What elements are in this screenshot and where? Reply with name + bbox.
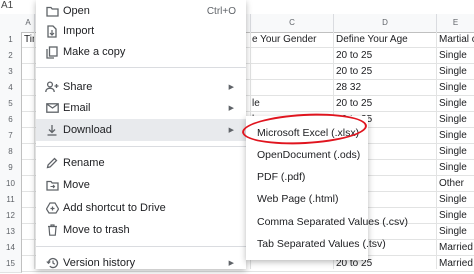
gridline: [436, 32, 437, 269]
menu-item-share[interactable]: Share ▶: [36, 76, 246, 98]
cell[interactable]: Single: [439, 96, 474, 112]
submenu-arrow-icon: ▶: [228, 105, 234, 112]
menu-item-email[interactable]: Email ▶: [36, 97, 246, 119]
row-header[interactable]: 14: [0, 240, 22, 257]
row-header[interactable]: 3: [0, 64, 22, 81]
menu-item-move[interactable]: Move: [36, 174, 246, 196]
menu-divider: [36, 67, 246, 68]
row-header[interactable]: 13: [0, 224, 22, 241]
import-icon: [45, 24, 59, 38]
cell[interactable]: Married: [439, 240, 474, 256]
row-header[interactable]: 9: [0, 160, 22, 177]
menu-item-label: Open: [63, 5, 90, 17]
menu-divider: [36, 146, 246, 147]
row-header[interactable]: 1: [0, 32, 22, 49]
cell[interactable]: e Your Gender: [252, 32, 332, 48]
cell[interactable]: 20 to 25: [336, 96, 435, 112]
mail-icon: [45, 101, 59, 115]
menu-item-download[interactable]: Download ▶: [36, 119, 246, 141]
cell[interactable]: 28 32: [336, 80, 435, 96]
column-header-a[interactable]: A: [22, 14, 35, 32]
download-option-csv[interactable]: Comma Separated Values (.csv): [246, 211, 408, 233]
cell[interactable]: Single: [439, 48, 474, 64]
file-menu: Open Ctrl+O Import Make a copy Share ▶ E…: [36, 0, 246, 269]
menu-item-add-shortcut[interactable]: Add shortcut to Drive: [36, 197, 246, 219]
row-header[interactable]: 2: [0, 48, 22, 65]
cell[interactable]: Single: [439, 64, 474, 80]
menu-item-label: Email: [63, 102, 91, 114]
cell[interactable]: Tin: [24, 32, 34, 48]
cell[interactable]: Martial c: [439, 32, 474, 48]
cell[interactable]: Single: [439, 128, 474, 144]
menu-item-label: Download: [63, 124, 112, 136]
person-add-icon: [45, 80, 59, 94]
cell[interactable]: Single: [439, 160, 474, 176]
history-icon: [45, 256, 59, 270]
submenu-arrow-icon: ▶: [228, 84, 234, 91]
folder-icon: [45, 4, 59, 18]
copy-icon: [45, 45, 59, 59]
column-header-c[interactable]: C: [251, 14, 334, 32]
submenu-arrow-icon: ▶: [228, 260, 234, 267]
gridline: [34, 32, 35, 269]
cell[interactable]: [252, 64, 332, 80]
menu-item-label: Move: [63, 179, 90, 191]
cell[interactable]: Define Your Age: [336, 32, 435, 48]
add-to-drive-icon: [45, 201, 59, 215]
menu-item-label: Make a copy: [63, 46, 126, 58]
edit-icon: [45, 156, 59, 170]
trash-icon: [45, 223, 59, 237]
cell[interactable]: le: [252, 96, 332, 112]
cell[interactable]: Single: [439, 80, 474, 96]
menu-item-open[interactable]: Open Ctrl+O: [36, 0, 246, 22]
menu-item-label: Rename: [63, 157, 105, 169]
row-header[interactable]: 4: [0, 80, 22, 97]
menu-item-label: Add shortcut to Drive: [63, 202, 166, 214]
cell[interactable]: [252, 80, 332, 96]
download-option-ods[interactable]: OpenDocument (.ods): [246, 144, 368, 166]
cell[interactable]: 20 to 25: [336, 48, 435, 64]
menu-item-label: Import: [63, 25, 95, 37]
menu-item-rename[interactable]: Rename: [36, 152, 246, 174]
row-header[interactable]: 6: [0, 112, 22, 129]
menu-shortcut: Ctrl+O: [206, 5, 236, 17]
menu-item-import[interactable]: Import: [36, 20, 246, 42]
row-header[interactable]: 5: [0, 96, 22, 113]
download-option-html[interactable]: Web Page (.html): [246, 188, 368, 210]
row-header[interactable]: 15: [0, 256, 22, 273]
column-header-d[interactable]: D: [334, 14, 437, 32]
row-header[interactable]: 12: [0, 208, 22, 225]
menu-item-version-history[interactable]: Version history ▶: [36, 252, 246, 274]
cell[interactable]: Other: [439, 176, 474, 192]
cell[interactable]: 20 to 25: [336, 64, 435, 80]
row-header[interactable]: 7: [0, 128, 22, 145]
menu-divider: [36, 246, 246, 247]
menu-item-label: Share: [63, 81, 93, 93]
column-header-e[interactable]: E: [437, 14, 474, 32]
cell[interactable]: Single: [439, 144, 474, 160]
download-icon: [45, 123, 59, 137]
row-header[interactable]: 10: [0, 176, 22, 193]
cell[interactable]: Single: [439, 192, 474, 208]
menu-item-label: Move to trash: [63, 224, 130, 236]
row-header[interactable]: 11: [0, 192, 22, 209]
row-header[interactable]: 8: [0, 144, 22, 161]
download-option-tsv[interactable]: Tab Separated Values (.tsv): [246, 233, 386, 255]
cell[interactable]: Single: [439, 208, 474, 224]
menu-item-move-to-trash[interactable]: Move to trash: [36, 219, 246, 241]
cell[interactable]: [252, 48, 332, 64]
cell[interactable]: Single: [439, 112, 474, 128]
submenu-arrow-icon: ▶: [228, 127, 234, 134]
cell[interactable]: Single: [439, 224, 474, 240]
cell[interactable]: Married: [439, 256, 474, 272]
menu-item-make-copy[interactable]: Make a copy: [36, 41, 246, 63]
download-option-pdf[interactable]: PDF (.pdf): [246, 166, 368, 188]
move-folder-icon: [45, 178, 59, 192]
menu-item-label: Version history: [63, 257, 136, 269]
name-box[interactable]: A1: [0, 0, 35, 14]
